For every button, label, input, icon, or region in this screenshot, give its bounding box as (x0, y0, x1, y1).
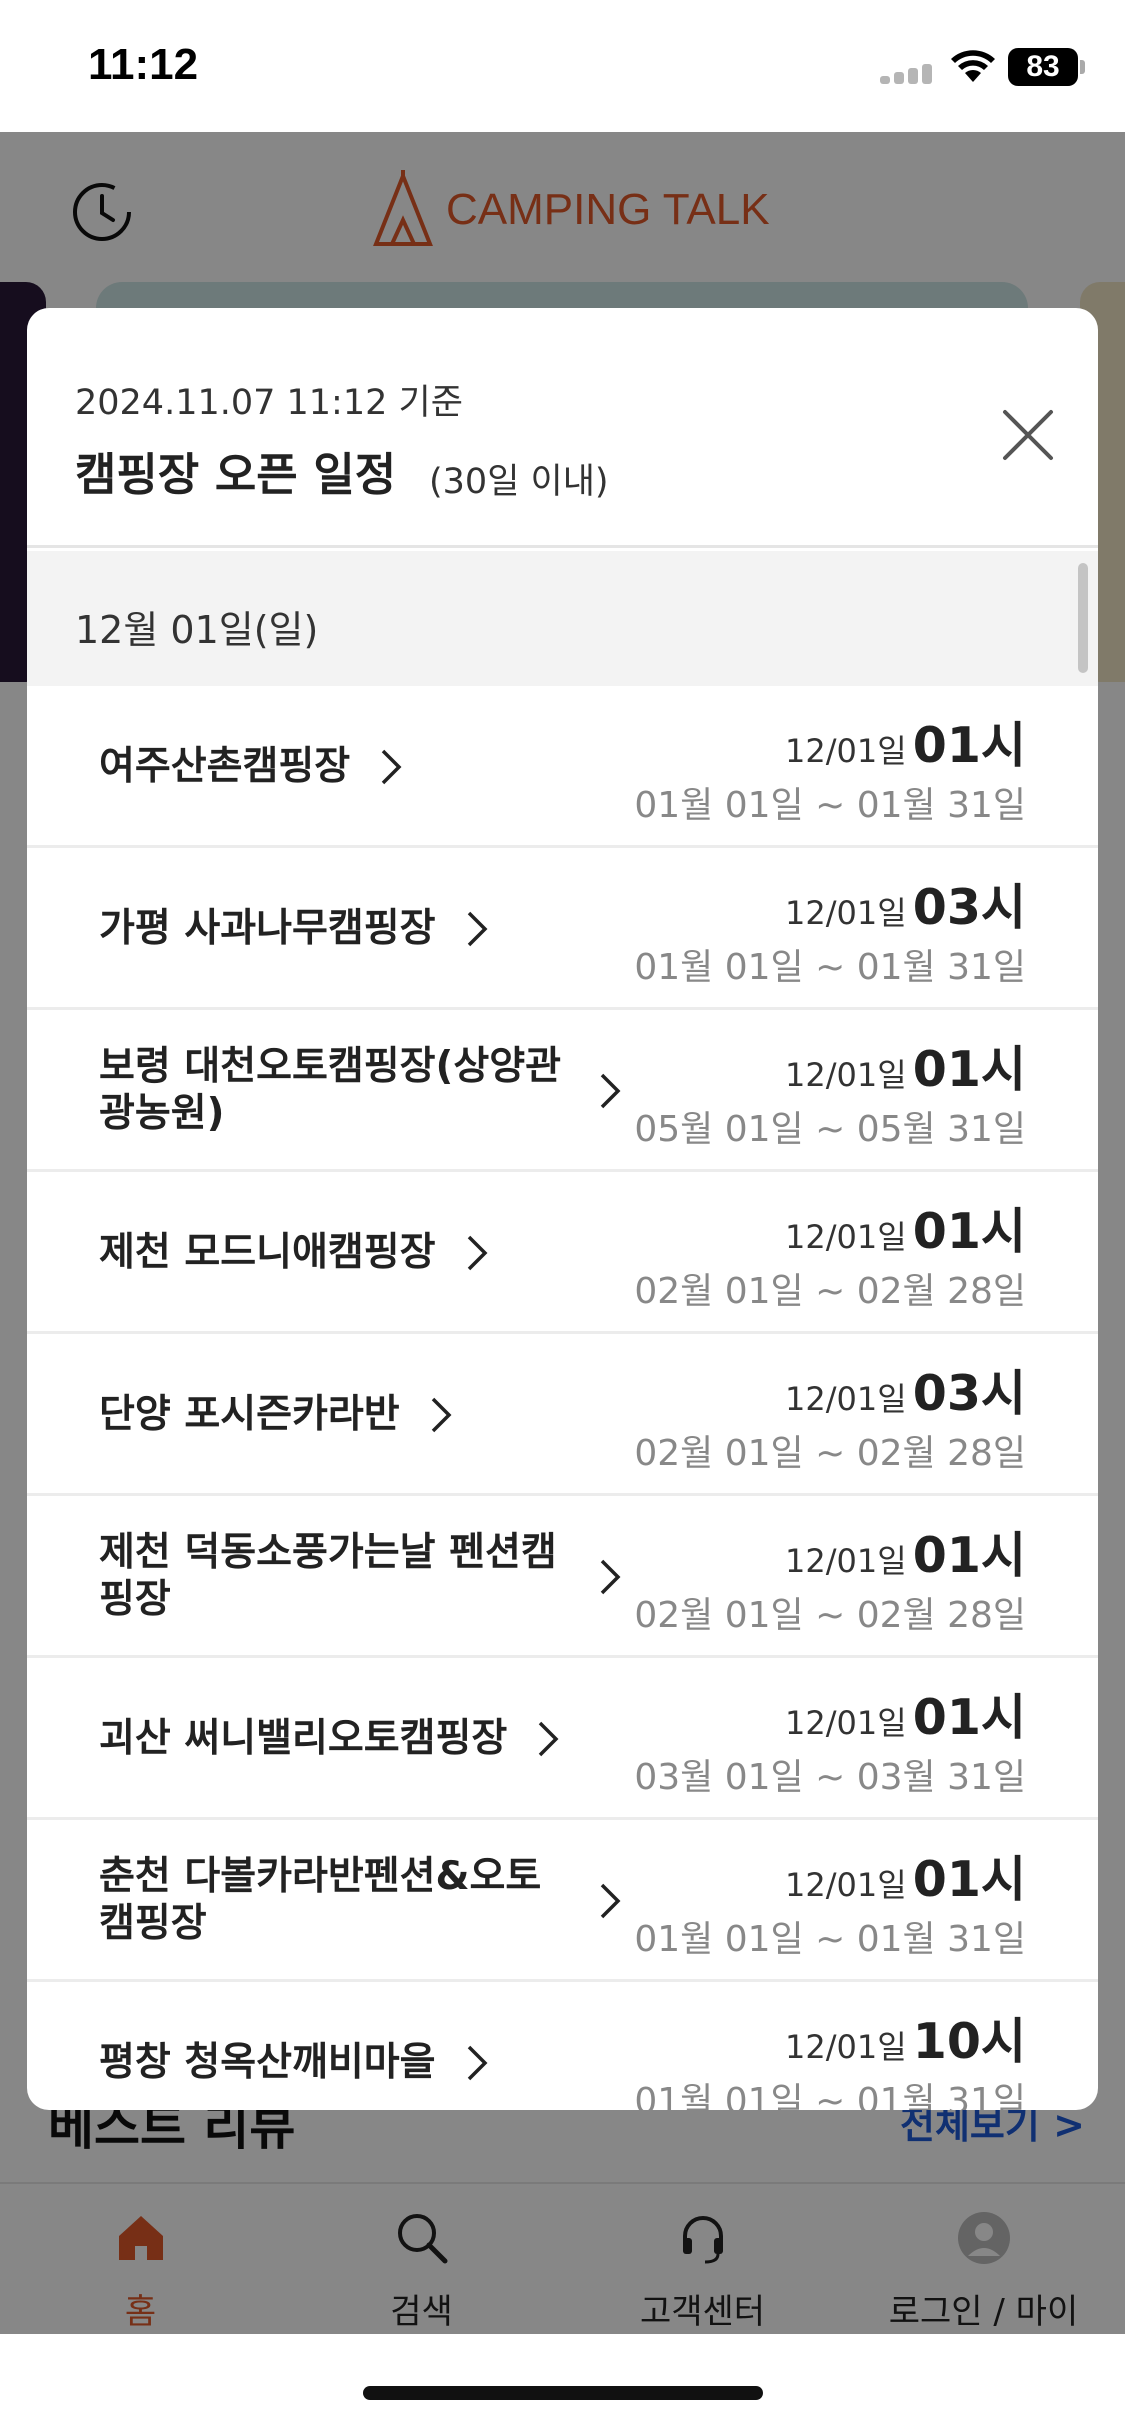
open-date: 12/01일 (785, 1056, 907, 1094)
campsite-name[interactable]: 보령 대천오토캠핑장(상양관광농원) (99, 1010, 621, 1172)
reservation-range: 02월 01일 ~ 02월 28일 (634, 1433, 1026, 1474)
open-time: 12/01일 01시 (785, 706, 1026, 777)
campsite-name[interactable]: 단양 포시즌카라반 (99, 1334, 452, 1496)
as-of-timestamp: 2024.11.07 11:12 기준 (75, 383, 463, 423)
modal-title: 캠핑장 오픈 일정 (75, 448, 397, 501)
open-date: 12/01일 (785, 894, 907, 932)
reservation-range: 01월 01일 ~ 01월 31일 (634, 1919, 1026, 1960)
open-date: 12/01일 (785, 1380, 907, 1418)
home-indicator-area (0, 2334, 1125, 2436)
battery-tip (1080, 60, 1085, 74)
open-date: 12/01일 (785, 1866, 907, 1904)
campsite-name[interactable]: 춘천 다볼카라반펜션&오토캠핑장 (99, 1820, 621, 1982)
chevron-right-icon (431, 1397, 452, 1433)
open-hour: 01시 (912, 1851, 1026, 1908)
open-hour: 01시 (912, 1527, 1026, 1584)
list-item[interactable]: 괴산 써니밸리오토캠핑장 12/01일 01시 03월 01일 ~ 03월 31일 (27, 1658, 1098, 1820)
list-item[interactable]: 춘천 다볼카라반펜션&오토캠핑장 12/01일 01시 01월 01일 ~ 01월… (27, 1820, 1098, 1982)
campsite-name-text: 춘천 다볼카라반펜션&오토캠핑장 (99, 1854, 542, 1946)
open-date: 12/01일 (785, 732, 907, 770)
open-hour: 01시 (912, 1041, 1026, 1098)
campsite-name-text: 괴산 써니밸리오토캠핑장 (99, 1715, 508, 1761)
open-time: 12/01일 01시 (785, 1840, 1026, 1911)
chevron-right-icon (539, 1721, 559, 1757)
open-time: 12/01일 03시 (785, 868, 1026, 939)
list-item[interactable]: 평창 청옥산깨비마을 12/01일 10시 01월 01일 ~ 01월 31일 (27, 1982, 1098, 2110)
list-item[interactable]: 여주산촌캠핑장 12/01일 01시 01월 01일 ~ 01월 31일 (27, 686, 1098, 848)
schedule-list[interactable]: 12월 01일(일) 여주산촌캠핑장 12/01일 01시 01월 01일 ~ 0… (27, 551, 1098, 2110)
open-hour: 03시 (912, 879, 1026, 936)
open-date: 12/01일 (785, 1542, 907, 1580)
campsite-name[interactable]: 평창 청옥산깨비마을 (99, 1982, 488, 2110)
list-item[interactable]: 가평 사과나무캠핑장 12/01일 03시 01월 01일 ~ 01월 31일 (27, 848, 1098, 1010)
campsite-name-text: 제천 덕동소풍가는날 펜션캠핑장 (99, 1530, 557, 1622)
chevron-right-icon (467, 1235, 487, 1271)
open-hour: 01시 (912, 1203, 1026, 1260)
status-time: 11:12 (88, 40, 199, 89)
reservation-range: 01월 01일 ~ 01월 31일 (634, 947, 1026, 988)
chevron-right-icon (600, 1559, 621, 1595)
campsite-name[interactable]: 제천 덕동소풍가는날 펜션캠핑장 (99, 1496, 621, 1658)
open-time: 12/01일 01시 (785, 1030, 1026, 1101)
reservation-range: 05월 01일 ~ 05월 31일 (634, 1109, 1026, 1150)
campsite-name[interactable]: 여주산촌캠핑장 (99, 686, 402, 848)
open-hour: 01시 (912, 1689, 1026, 1746)
campsite-name[interactable]: 제천 모드니애캠핑장 (99, 1172, 488, 1334)
wifi-icon (951, 50, 995, 82)
reservation-range: 02월 01일 ~ 02월 28일 (634, 1595, 1026, 1636)
home-indicator[interactable] (363, 2386, 763, 2400)
scrollbar[interactable] (1078, 563, 1088, 673)
modal-header: 2024.11.07 11:12 기준 캠핑장 오픈 일정 (30일 이내) (27, 308, 1098, 548)
open-time: 12/01일 01시 (785, 1192, 1026, 1263)
reservation-range: 01월 01일 ~ 01월 31일 (634, 785, 1026, 826)
campsite-name-text: 여주산촌캠핑장 (99, 743, 351, 789)
reservation-range: 02월 01일 ~ 02월 28일 (634, 1271, 1026, 1312)
signal-icon (880, 62, 936, 84)
list-item[interactable]: 단양 포시즌카라반 12/01일 03시 02월 01일 ~ 02월 28일 (27, 1334, 1098, 1496)
open-hour: 10시 (912, 2013, 1026, 2070)
date-header: 12월 01일(일) (27, 551, 1098, 686)
chevron-right-icon (600, 1073, 621, 1109)
open-date: 12/01일 (785, 1704, 907, 1742)
open-date: 12/01일 (785, 1218, 907, 1256)
chevron-right-icon (467, 911, 487, 947)
campsite-name-text: 단양 포시즌카라반 (99, 1391, 400, 1437)
date-header-text: 12월 01일(일) (75, 608, 319, 652)
chevron-right-icon (467, 2045, 487, 2081)
open-schedule-modal: 2024.11.07 11:12 기준 캠핑장 오픈 일정 (30일 이내) 1… (27, 308, 1098, 2110)
battery-icon: 83 (1008, 48, 1078, 86)
open-hour: 01시 (912, 717, 1026, 774)
status-bar: 11:12 83 (0, 0, 1125, 132)
chevron-right-icon (381, 749, 402, 785)
close-icon[interactable] (993, 400, 1063, 470)
list-item[interactable]: 보령 대천오토캠핑장(상양관광농원) 12/01일 01시 05월 01일 ~ 0… (27, 1010, 1098, 1172)
open-time: 12/01일 01시 (785, 1516, 1026, 1587)
open-time: 12/01일 10시 (785, 2002, 1026, 2073)
list-item[interactable]: 제천 모드니애캠핑장 12/01일 01시 02월 01일 ~ 02월 28일 (27, 1172, 1098, 1334)
open-time: 12/01일 03시 (785, 1354, 1026, 1425)
open-date: 12/01일 (785, 2028, 907, 2066)
campsite-name[interactable]: 가평 사과나무캠핑장 (99, 848, 488, 1010)
open-hour: 03시 (912, 1365, 1026, 1422)
chevron-right-icon (600, 1883, 621, 1919)
open-time: 12/01일 01시 (785, 1678, 1026, 1749)
campsite-name-text: 보령 대천오토캠핑장(상양관광농원) (99, 1044, 561, 1136)
list-item[interactable]: 제천 덕동소풍가는날 펜션캠핑장 12/01일 01시 02월 01일 ~ 02월… (27, 1496, 1098, 1658)
modal-subtitle: (30일 이내) (429, 462, 609, 502)
reservation-range: 03월 01일 ~ 03월 31일 (634, 1757, 1026, 1798)
campsite-name-text: 평창 청옥산깨비마을 (99, 2039, 436, 2085)
campsite-name-text: 가평 사과나무캠핑장 (99, 905, 436, 951)
campsite-name-text: 제천 모드니애캠핑장 (99, 1229, 436, 1275)
campsite-name[interactable]: 괴산 써니밸리오토캠핑장 (99, 1658, 559, 1820)
reservation-range: 01월 01일 ~ 01월 31일 (634, 2081, 1026, 2110)
